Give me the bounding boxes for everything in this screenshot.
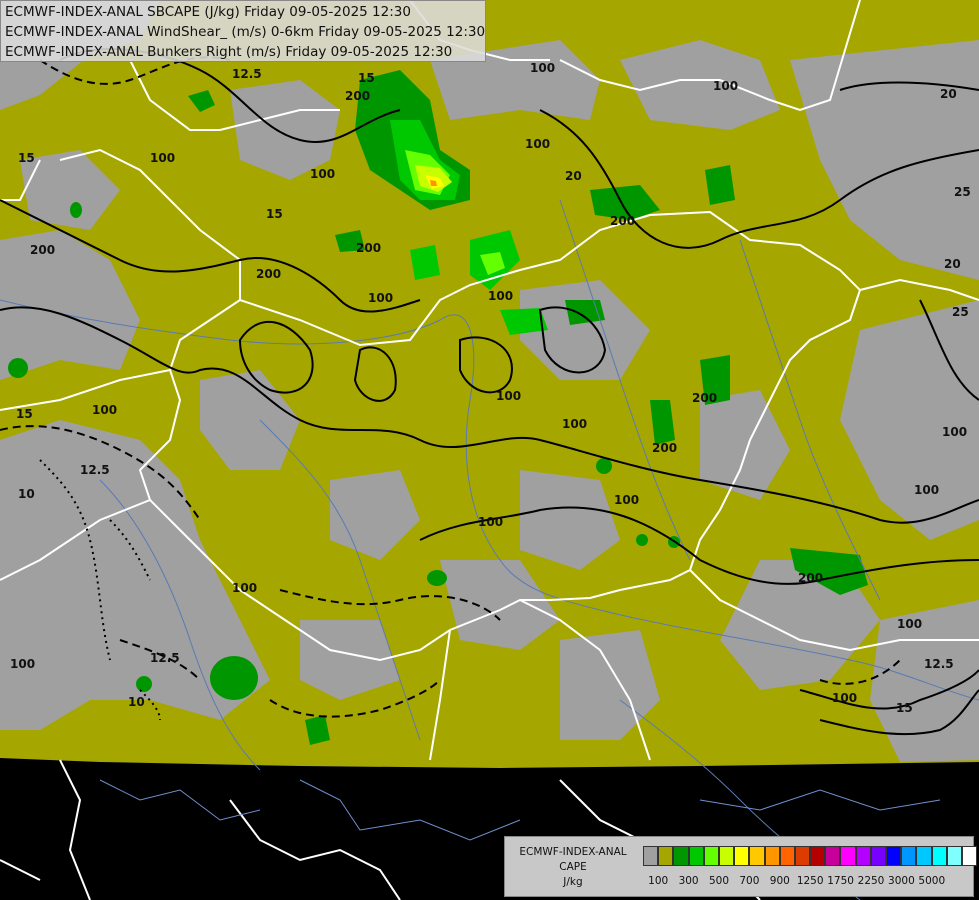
contour-label: 12.5 [80, 463, 110, 477]
legend-swatch [961, 846, 978, 866]
contour-label: 15 [266, 207, 283, 221]
legend-swatch [825, 846, 841, 866]
contour-label: 100 [562, 417, 587, 431]
title-line-sbcape: ECMWF-INDEX-ANAL SBCAPE (J/kg) Friday 09… [5, 4, 411, 20]
contour-label: 100 [10, 657, 35, 671]
contour-label: 100 [713, 79, 738, 93]
contour-label: 20 [940, 87, 957, 101]
legend-swatch [870, 846, 886, 866]
legend-swatch [734, 846, 750, 866]
legend-tick-label: 3000 [888, 875, 915, 887]
contour-label: 20 [944, 257, 961, 271]
contour-label: 100 [310, 167, 335, 181]
contour-label: 100 [496, 389, 521, 403]
legend-swatch [901, 846, 917, 866]
contour-label: 200 [356, 241, 381, 255]
title-line-windshear: ECMWF-INDEX-ANAL WindShear_ (m/s) 0-6km … [5, 24, 486, 40]
contour-label: 100 [488, 289, 513, 303]
legend-tick-labels: 100 300 500 700 900 1250 1750 2250 3000 5000 [643, 875, 973, 891]
legend-tick-label: 900 [769, 875, 790, 887]
legend-swatch [703, 846, 719, 866]
contour-label: 200 [610, 214, 635, 228]
outer-borders [99, 779, 941, 841]
contour-label: 15 [358, 71, 375, 85]
map-title-box: ECMWF-INDEX-ANAL SBCAPE (J/kg) Friday 09… [0, 0, 486, 62]
contour-label: 100 [832, 691, 857, 705]
legend-tick-label: 100 [648, 875, 669, 887]
contour-label: 15 [16, 407, 33, 421]
legend-swatch [779, 846, 795, 866]
legend-color-scale [643, 846, 978, 866]
contour-label: 200 [256, 267, 281, 281]
contour-label: 200 [652, 441, 677, 455]
contour-label: 200 [30, 243, 55, 257]
contour-label: 100 [942, 425, 967, 439]
cape-legend: ECMWF-INDEX-ANAL CAPE J/kg 100 300 500 700 9… [504, 836, 978, 897]
contour-label: 200 [345, 89, 370, 103]
legend-swatch [794, 846, 811, 866]
legend-swatch [916, 846, 932, 866]
contour-label: 100 [150, 151, 175, 165]
title-line-bunkers: ECMWF-INDEX-ANAL Bunkers Right (m/s) Fri… [5, 44, 453, 60]
contour-label: 100 [530, 61, 555, 75]
legend-tick-label: 1750 [827, 875, 854, 887]
contour-label: 10 [18, 487, 35, 501]
contour-label: 12.5 [924, 657, 954, 671]
legend-swatch [840, 846, 856, 866]
legend-swatch [688, 846, 704, 866]
map-viewer: 12.5 15 200 100 15 100 20 15 200 100 100… [0, 0, 979, 900]
legend-swatch [931, 846, 947, 866]
contour-label: 100 [92, 403, 117, 417]
legend-swatch [658, 846, 674, 866]
contour-label: 12.5 [150, 651, 180, 665]
contour-label: 20 [565, 169, 582, 183]
contour-label: 25 [952, 305, 969, 319]
contour-label: 15 [896, 701, 913, 715]
legend-swatch [810, 846, 826, 866]
contour-label: 100 [232, 581, 257, 595]
legend-variable: CAPE [559, 861, 587, 873]
contour-label: 100 [914, 483, 939, 497]
legend-tick-label: 300 [678, 875, 699, 887]
contour-label: 12.5 [232, 67, 262, 81]
contour-label: 15 [18, 151, 35, 165]
legend-source: ECMWF-INDEX-ANAL [519, 846, 627, 858]
legend-swatch [855, 846, 871, 866]
legend-swatch [764, 846, 780, 866]
legend-tick-label: 5000 [918, 875, 946, 887]
legend-swatch [749, 846, 765, 866]
contour-label: 100 [368, 291, 393, 305]
contour-label: 25 [954, 185, 971, 199]
legend-tick-label: 1250 [796, 875, 824, 887]
contour-label: 200 [692, 391, 717, 405]
contour-label: 10 [128, 695, 145, 709]
cape-map: 12.5 15 200 100 15 100 20 15 200 100 100… [0, 0, 979, 900]
legend-swatch [886, 846, 902, 866]
legend-tick-label: 2250 [857, 875, 885, 887]
legend-swatch [946, 846, 962, 866]
legend-swatch [718, 846, 735, 866]
contour-label: 100 [478, 515, 503, 529]
legend-swatch [643, 846, 659, 866]
contour-label: 200 [798, 571, 823, 585]
legend-tick-label: 500 [708, 875, 730, 887]
contour-label: 100 [614, 493, 639, 507]
contour-label: 100 [525, 137, 550, 151]
legend-unit: J/kg [563, 876, 583, 888]
legend-swatch [673, 846, 689, 866]
legend-caption: ECMWF-INDEX-ANAL CAPE J/kg [507, 845, 639, 890]
contour-label: 100 [897, 617, 922, 631]
legend-tick-label: 700 [739, 875, 760, 887]
